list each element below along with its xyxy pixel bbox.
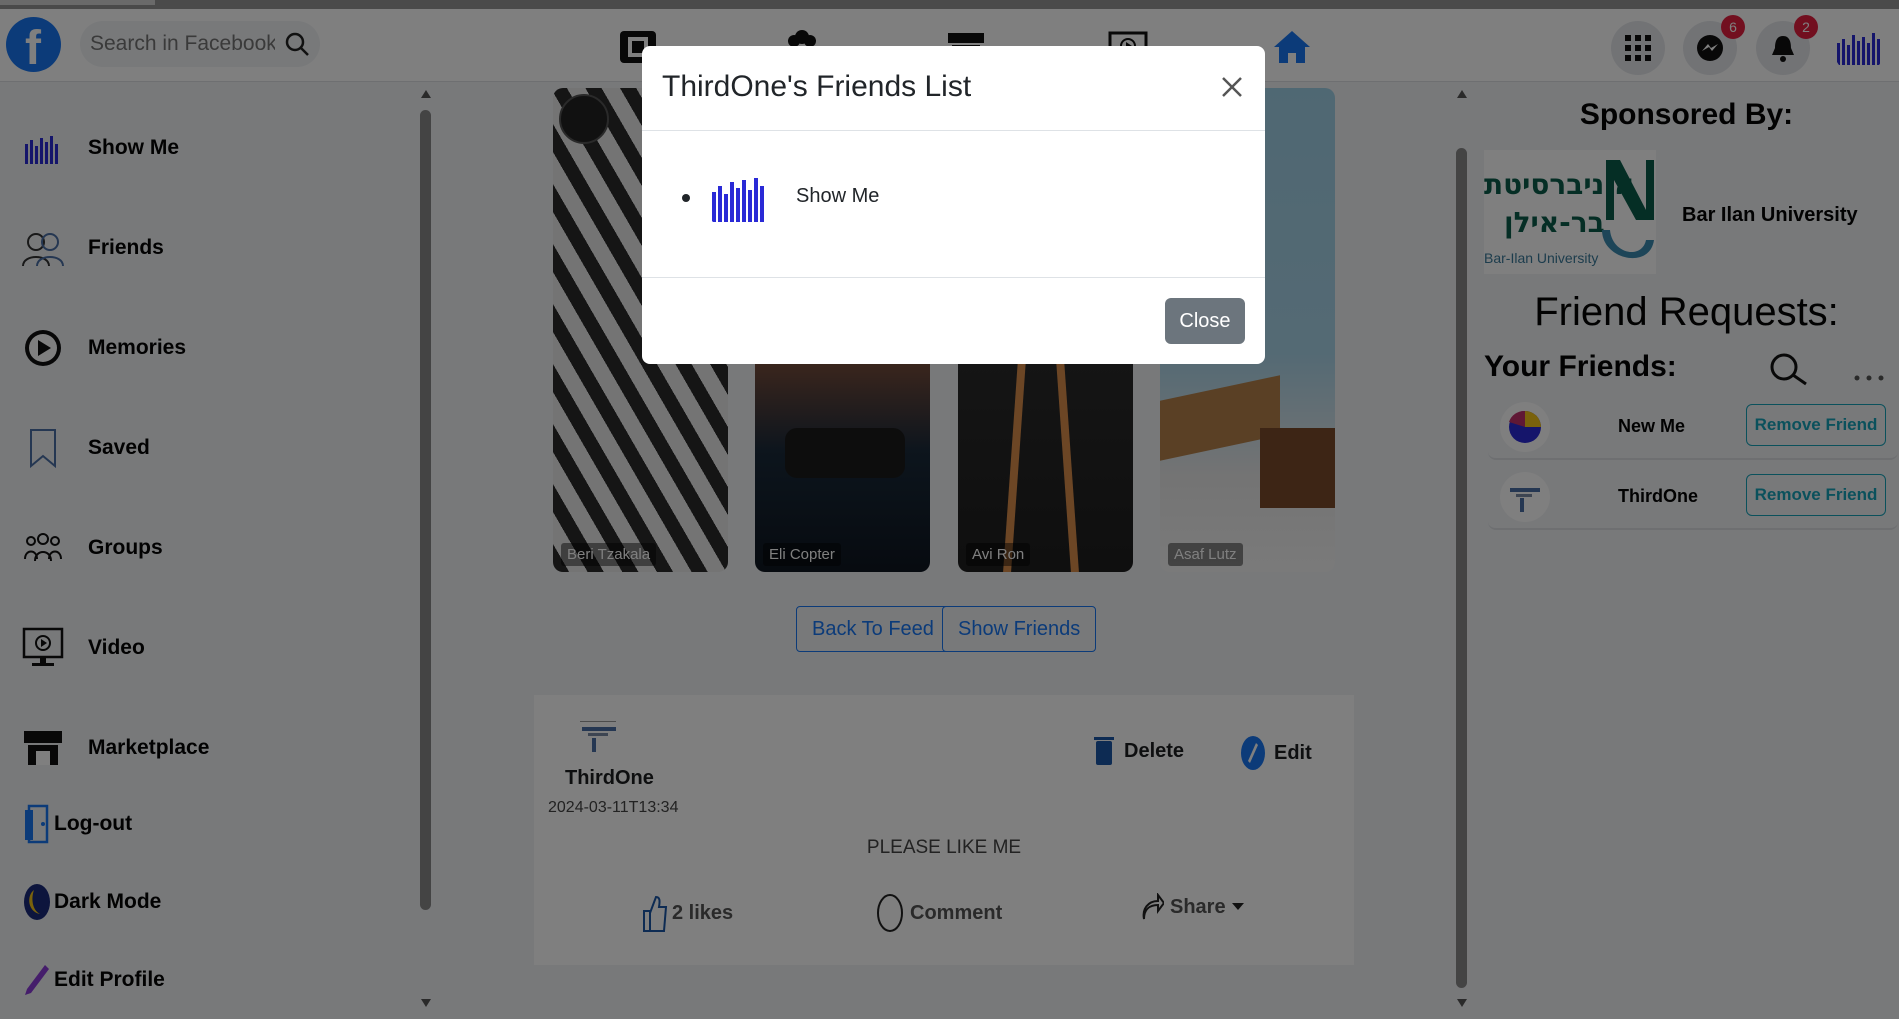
browser-tab[interactable] [0,0,155,5]
modal-footer: Close [642,277,1265,364]
friend-avatar[interactable] [704,162,774,234]
modal-title: ThirdOne's Friends List [662,70,972,103]
modal-header: ThirdOne's Friends List [642,46,1265,131]
list-bullet [682,194,690,202]
close-icon[interactable] [1217,72,1247,102]
friends-list-modal: ThirdOne's Friends List Show Me Close [642,46,1265,364]
browser-top-strip [0,0,1899,9]
close-button[interactable]: Close [1165,298,1245,344]
friend-name[interactable]: Show Me [796,185,879,208]
modal-body: Show Me [642,132,1265,277]
